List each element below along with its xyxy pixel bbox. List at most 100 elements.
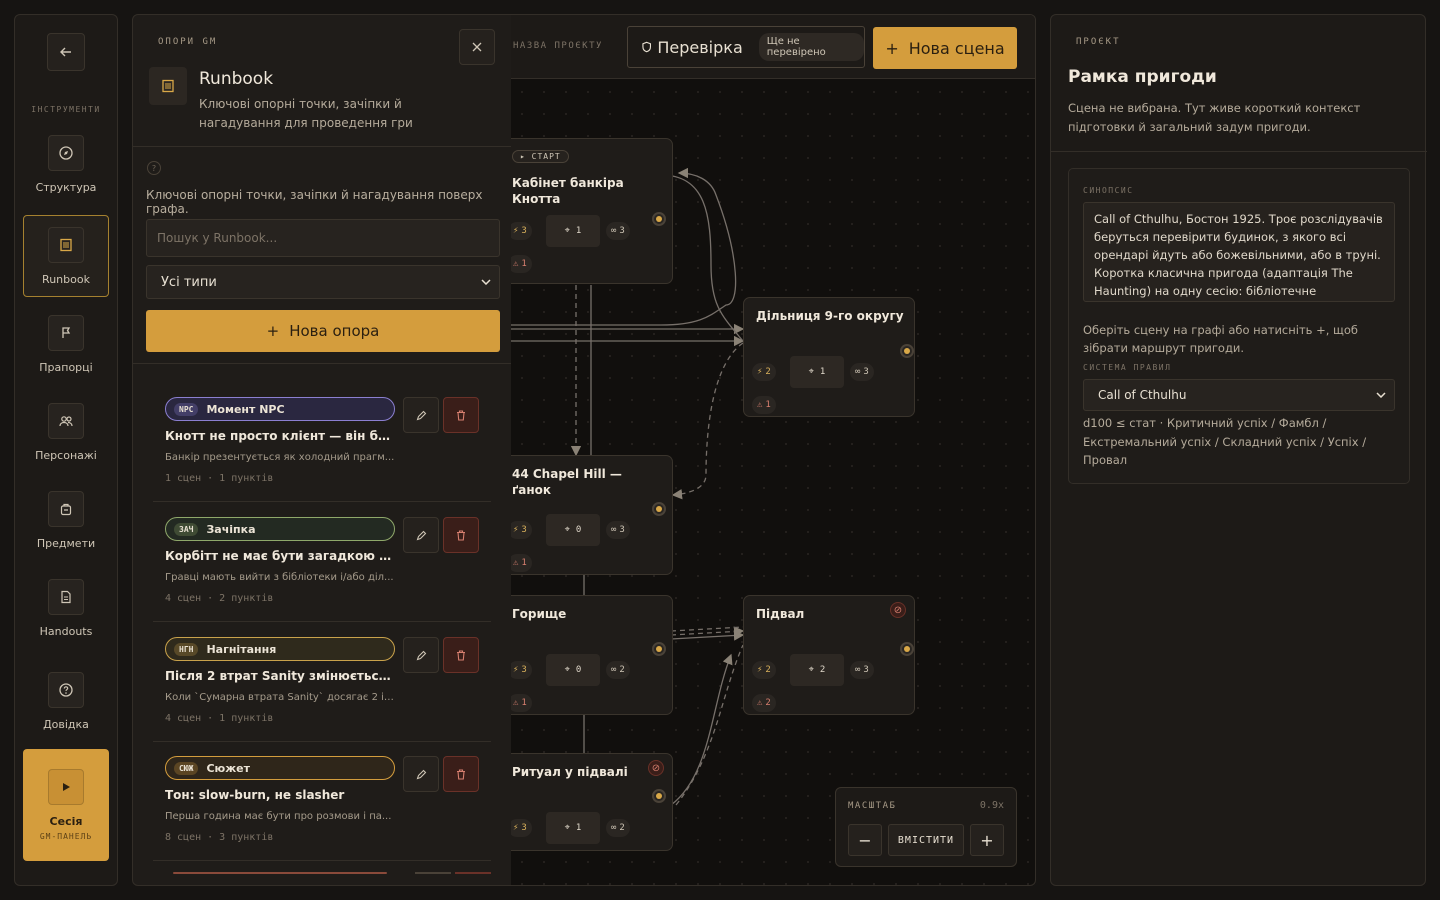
edit-button[interactable] <box>403 397 439 433</box>
bolt-count: 3 <box>521 823 527 833</box>
arrow-left-icon <box>60 47 71 57</box>
people-icon <box>59 415 73 426</box>
warning-count: 1 <box>521 259 527 269</box>
scene-node[interactable]: Горище ⚡ 3 ⌖ 0 ∞ 2 ⚠ 1 <box>511 595 673 715</box>
divider <box>133 363 511 364</box>
runbook-description: Ключові опорні точки, зачіпки й нагадува… <box>199 97 413 130</box>
tool-characters[interactable]: Персонажі <box>23 391 109 473</box>
output-port[interactable] <box>900 642 914 656</box>
delete-button[interactable] <box>443 756 479 792</box>
new-scene-button[interactable]: + Нова сцена <box>873 27 1017 69</box>
tool-label: Handouts <box>39 624 93 638</box>
pin-icon: ⌖ <box>808 367 814 377</box>
card-title: Після 2 втрат Sanity змінюється т... <box>165 669 397 683</box>
scene-title: Підвал <box>756 607 805 621</box>
type-filter-select[interactable]: Усі типи <box>146 265 500 299</box>
scene-node[interactable]: 44 Chapel Hill — ґанок ⚡ 3 ⌖ 0 ∞ 3 ⚠ 1 <box>511 455 673 575</box>
bolt-count-chip: ⚡ 3 <box>511 819 532 837</box>
bolt-count: 3 <box>521 525 527 535</box>
runbook-card[interactable]: ЗАЧ Зачіпка Корбітт не має бути загадкою д… <box>153 503 491 622</box>
rules-system-value: Call of Cthulhu <box>1098 388 1187 402</box>
runbook-subdescription: Ключові опорні точки, зачіпки й нагадува… <box>146 188 483 216</box>
warning-chip: ⚠ 1 <box>752 396 776 414</box>
bolt-count: 3 <box>521 665 527 675</box>
link-count-chip: ∞ 2 <box>606 819 630 837</box>
output-port[interactable] <box>652 502 666 516</box>
rules-system-select[interactable]: Call of Cthulhu <box>1083 379 1395 411</box>
graph-canvas[interactable]: НАЗВА ПРОЄКТУ Перевірка Ще не перевірено… <box>511 14 1036 886</box>
link-count: 3 <box>619 226 625 236</box>
edit-button[interactable] <box>403 756 439 792</box>
scene-node[interactable]: Підвал ⚡ 2 ⌖ 2 ∞ 3 ⚠ 2 ⊘ <box>743 595 915 715</box>
runbook-card[interactable]: NPC Момент NPC Кнотт не просто клієнт — ві… <box>153 383 491 502</box>
link-count-chip: ∞ 3 <box>850 661 874 679</box>
scene-node[interactable]: ▸ СТАРТ Кабінет банкіра Кнотта ⚡ 3 ⌖ 1 ∞ 3 ⚠ 1 <box>511 138 673 284</box>
pencil-icon <box>416 530 426 540</box>
tool-rail: ІНСТРУМЕНТИ Структура Runbook Прапорці П… <box>14 14 118 886</box>
runbook-search-input[interactable] <box>146 219 500 257</box>
delete-button[interactable] <box>443 517 479 553</box>
pin-count-box: ⌖ 1 <box>546 812 600 844</box>
new-anchor-button[interactable]: + Нова опора <box>146 310 500 352</box>
tool-structure[interactable]: Структура <box>23 123 109 205</box>
scene-title: Ритуал у підвалі <box>512 765 628 779</box>
link-count: 2 <box>619 665 625 675</box>
bolt-count: 2 <box>765 665 771 675</box>
scene-node[interactable]: Дільниця 9-го округу ⚡ 2 ⌖ 1 ∞ 3 ⚠ 1 <box>743 297 915 417</box>
output-port[interactable] <box>652 212 666 226</box>
card-snippet: Гравці мають вийти з бібліотеки і/або ді… <box>165 572 394 583</box>
scene-node[interactable]: Ритуал у підвалі ⚡ 3 ⌖ 1 ∞ 2 ⊘ <box>511 753 673 851</box>
card-type-label: Момент NPC <box>206 402 285 416</box>
help-icon[interactable]: ? <box>147 161 161 175</box>
runbook-header: ОПОРИ GM Runbook Ключові опорні точки, з… <box>133 15 511 147</box>
delete-button[interactable] <box>443 397 479 433</box>
project-header: ПРОЄКТ Рамка пригоди Сцена не вибрана. Т… <box>1051 15 1427 152</box>
zoom-out-button[interactable]: − <box>848 824 882 856</box>
pin-icon: ⌖ <box>564 226 570 236</box>
link-icon: ∞ <box>611 823 617 833</box>
edit-button[interactable] <box>403 517 439 553</box>
tool-flags[interactable]: Прапорці <box>23 303 109 385</box>
check-button[interactable]: Перевірка Ще не перевірено <box>627 26 865 68</box>
pin-count-box: ⌖ 0 <box>546 654 600 686</box>
project-name-label[interactable]: НАЗВА ПРОЄКТУ <box>513 41 603 51</box>
tool-help[interactable]: Довідка <box>23 660 109 742</box>
runbook-card[interactable]: НГН Нагнітання Після 2 втрат Sanity змінює… <box>153 623 491 742</box>
output-port[interactable] <box>652 789 666 803</box>
project-title: Рамка пригоди <box>1068 67 1217 87</box>
warning-chip: ⚠ 1 <box>511 554 532 572</box>
link-count-chip: ∞ 3 <box>606 521 630 539</box>
card-snippet: Банкір презентується як холодний прагм..… <box>165 452 395 463</box>
close-icon <box>472 42 482 52</box>
card-peek <box>455 872 491 874</box>
output-port[interactable] <box>900 344 914 358</box>
tool-runbook[interactable]: Runbook <box>23 215 109 297</box>
start-badge: ▸ СТАРТ <box>512 150 569 163</box>
new-scene-label: Нова сцена <box>908 38 1005 58</box>
pencil-icon <box>416 769 426 779</box>
no-flag-icon: ⊘ <box>651 762 661 774</box>
back-button[interactable] <box>47 33 85 71</box>
card-peek <box>173 872 387 874</box>
warning-count: 1 <box>521 558 527 568</box>
runbook-card[interactable]: СЮЖ Сюжет Тон: slow-burn, не slasher Перша … <box>153 742 491 861</box>
warning-icon: ⚠ <box>757 698 763 708</box>
edge <box>670 653 733 806</box>
zoom-in-button[interactable]: + <box>970 824 1004 856</box>
fit-button[interactable]: ВМІСТИТИ <box>888 824 964 856</box>
tool-handouts[interactable]: Handouts <box>23 567 109 649</box>
output-port[interactable] <box>652 642 666 656</box>
link-icon: ∞ <box>855 367 861 377</box>
close-button[interactable] <box>459 29 495 65</box>
link-count: 3 <box>863 665 869 675</box>
card-meta: 1 сцен · 1 пунктів <box>165 473 274 484</box>
tool-session[interactable]: Сесія GM-ПАНЕЛЬ <box>23 749 109 861</box>
tool-items[interactable]: Предмети <box>23 479 109 561</box>
delete-button[interactable] <box>443 637 479 673</box>
edit-button[interactable] <box>403 637 439 673</box>
synopsis-textarea[interactable]: Call of Cthulhu, Бостон 1925. Троє розсл… <box>1083 202 1395 302</box>
tool-label: Runbook <box>42 272 90 286</box>
project-card: СИНОПСИС Call of Cthulhu, Бостон 1925. Т… <box>1068 168 1410 484</box>
flag-badge: ⊘ <box>648 760 664 776</box>
bag-icon <box>60 503 72 515</box>
